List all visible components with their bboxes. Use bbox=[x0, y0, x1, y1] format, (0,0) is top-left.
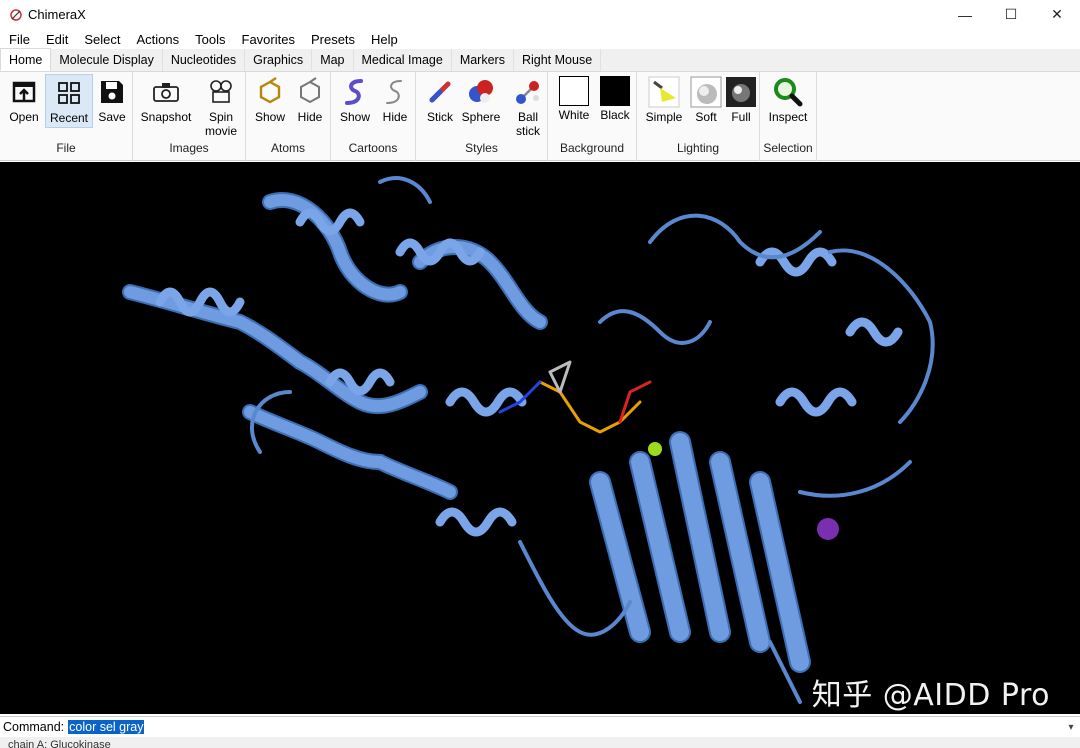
spin-label: Spin bbox=[208, 110, 234, 124]
simple-label: Simple bbox=[645, 110, 683, 124]
minimize-button[interactable]: — bbox=[942, 0, 988, 29]
tab-home[interactable]: Home bbox=[0, 48, 52, 71]
menu-favorites[interactable]: Favorites bbox=[242, 32, 303, 47]
tab-map[interactable]: Map bbox=[312, 49, 354, 71]
black-background-button[interactable]: Black bbox=[591, 74, 639, 128]
spin-movie-button[interactable]: Spin movie bbox=[197, 74, 245, 138]
inspect-button[interactable]: Inspect bbox=[764, 74, 812, 128]
group-atoms: Show Hide Atoms bbox=[246, 72, 331, 161]
sphere-label: Sphere bbox=[461, 110, 501, 124]
group-label-selection: Selection bbox=[763, 141, 813, 155]
tab-graphics[interactable]: Graphics bbox=[245, 49, 313, 71]
group-lighting: Simple Soft Full Lighting bbox=[637, 72, 760, 161]
group-label-images: Images bbox=[169, 141, 209, 155]
status-bar: chain A: Glucokinase bbox=[0, 737, 1080, 748]
hide-atoms-label: Hide bbox=[297, 110, 323, 124]
snapshot-button[interactable]: Snapshot bbox=[139, 74, 193, 128]
home-ribbon: Open Recent Save File Snapshot Spin movi… bbox=[0, 72, 1080, 161]
menu-file[interactable]: File bbox=[9, 32, 38, 47]
full-label: Full bbox=[731, 110, 751, 124]
movie-label: movie bbox=[204, 124, 237, 138]
white-swatch-icon bbox=[559, 76, 589, 106]
command-text: color sel gray bbox=[68, 720, 145, 734]
group-label-lighting: Lighting bbox=[676, 141, 720, 155]
open-button[interactable]: Open bbox=[0, 74, 48, 128]
show-atoms-icon bbox=[259, 77, 281, 104]
group-images: Snapshot Spin movie Images bbox=[133, 72, 246, 161]
hide-cartoon-icon bbox=[386, 80, 402, 104]
group-file: Open Recent Save File bbox=[0, 72, 133, 161]
ball-label: Ball bbox=[517, 110, 538, 124]
command-label: Command: bbox=[3, 720, 65, 734]
simple-lighting-button[interactable]: Simple bbox=[640, 74, 688, 128]
save-button[interactable]: Save bbox=[88, 74, 136, 128]
hide-cartoons-button[interactable]: Hide bbox=[371, 74, 419, 128]
menu-edit[interactable]: Edit bbox=[46, 32, 76, 47]
close-button[interactable]: ✕ bbox=[1034, 0, 1080, 29]
sphere-icon bbox=[469, 80, 493, 103]
black-label: Black bbox=[600, 108, 630, 122]
group-background: White Black Background bbox=[548, 72, 637, 161]
menu-tools[interactable]: Tools bbox=[195, 32, 233, 47]
command-input[interactable]: color sel gray bbox=[68, 718, 1062, 736]
tab-right-mouse[interactable]: Right Mouse bbox=[513, 49, 602, 71]
command-line: Command: color sel gray ▾ bbox=[0, 716, 1080, 737]
menu-select[interactable]: Select bbox=[84, 32, 128, 47]
open-icon bbox=[12, 81, 36, 103]
group-cartoons: Show Hide Cartoons bbox=[331, 72, 416, 161]
group-selection: Inspect Selection bbox=[760, 72, 817, 161]
group-label-atoms: Atoms bbox=[270, 141, 305, 155]
camera-icon bbox=[153, 83, 179, 102]
status-text: chain A: Glucokinase bbox=[8, 739, 111, 748]
inspect-label: Inspect bbox=[768, 110, 808, 124]
show-cartoon-icon bbox=[345, 79, 363, 105]
save-label: Save bbox=[98, 110, 126, 124]
watermark-text: 知乎 @AIDD Pro bbox=[811, 678, 1050, 713]
menu-presets[interactable]: Presets bbox=[311, 32, 363, 47]
chevron-down-icon[interactable]: ▾ bbox=[1062, 722, 1080, 733]
tab-medical-image[interactable]: Medical Image bbox=[353, 49, 452, 71]
group-label-background: Background bbox=[559, 141, 625, 155]
hide-atoms-icon bbox=[300, 77, 320, 104]
hide-cartoons-label: Hide bbox=[382, 110, 408, 124]
recent-grid-icon bbox=[58, 82, 80, 104]
black-swatch-icon bbox=[600, 76, 630, 106]
recent-button[interactable]: Recent bbox=[45, 74, 93, 128]
group-label-styles: Styles bbox=[465, 141, 498, 155]
group-label-file: File bbox=[56, 141, 76, 155]
stick-icon bbox=[429, 81, 451, 103]
sphere-button[interactable]: Sphere bbox=[456, 74, 506, 128]
magnifier-icon bbox=[774, 78, 803, 107]
chimerax-logo-icon bbox=[10, 8, 22, 21]
title-bar: ChimeraX — ☐ ✕ bbox=[0, 0, 1080, 29]
group-styles: Stick Sphere Ball stick Styles bbox=[416, 72, 548, 161]
group-label-cartoons: Cartoons bbox=[348, 141, 398, 155]
toolbar-tabs: Home Molecule Display Nucleotides Graphi… bbox=[0, 48, 1080, 72]
tab-markers[interactable]: Markers bbox=[451, 49, 514, 71]
full-lighting-button[interactable]: Full bbox=[717, 74, 765, 128]
movie-camera-icon bbox=[210, 80, 232, 103]
simple-lighting-icon bbox=[648, 76, 680, 108]
window-title: ChimeraX bbox=[28, 7, 86, 22]
maximize-button[interactable]: ☐ bbox=[988, 0, 1034, 29]
ball-stick-button[interactable]: Ball stick bbox=[504, 74, 552, 138]
save-icon bbox=[101, 81, 123, 103]
menu-bar: File Edit Select Actions Tools Favorites… bbox=[0, 29, 1080, 49]
protein-structure[interactable] bbox=[0, 162, 1080, 714]
open-label: Open bbox=[9, 110, 39, 124]
menu-help[interactable]: Help bbox=[371, 32, 406, 47]
stick2-label: stick bbox=[516, 124, 540, 138]
tab-nucleotides[interactable]: Nucleotides bbox=[162, 49, 246, 71]
full-lighting-icon bbox=[726, 77, 756, 107]
ball-stick-icon bbox=[516, 81, 539, 104]
graphics-viewport[interactable]: 知乎 @AIDD Pro bbox=[0, 162, 1080, 714]
menu-actions[interactable]: Actions bbox=[137, 32, 188, 47]
snapshot-label: Snapshot bbox=[140, 110, 192, 124]
recent-label: Recent bbox=[49, 111, 89, 125]
tab-molecule-display[interactable]: Molecule Display bbox=[51, 49, 163, 71]
hide-atoms-button[interactable]: Hide bbox=[286, 74, 334, 128]
